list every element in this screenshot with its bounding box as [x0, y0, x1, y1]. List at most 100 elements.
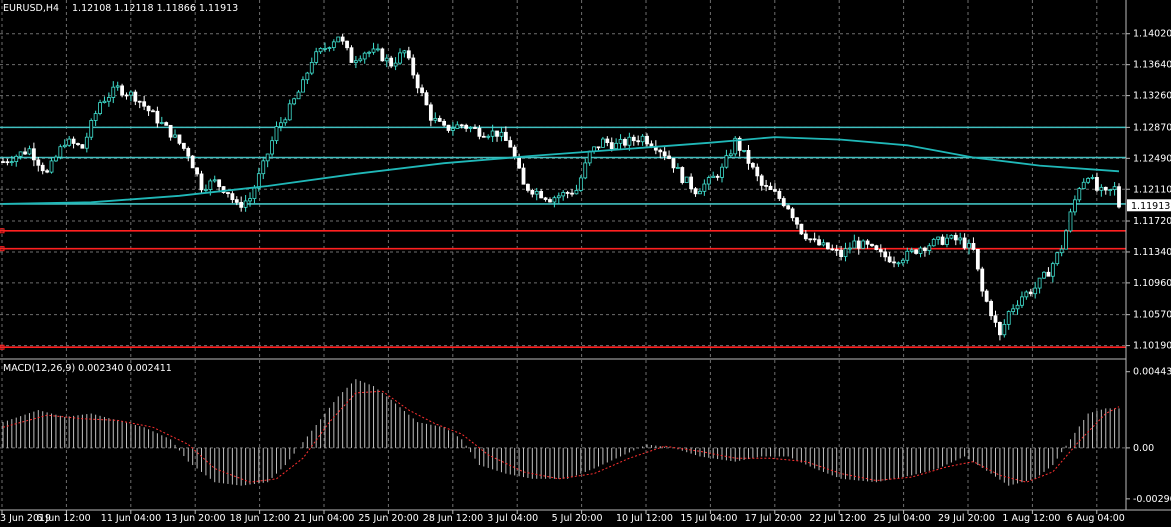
- bull-candle[interactable]: [1112, 186, 1117, 190]
- bull-candle[interactable]: [1086, 178, 1091, 183]
- bull-candle[interactable]: [243, 200, 248, 208]
- bear-candle[interactable]: [508, 140, 513, 148]
- bear-candle[interactable]: [984, 290, 989, 302]
- bear-candle[interactable]: [781, 198, 786, 207]
- bull-candle[interactable]: [711, 175, 716, 178]
- bear-candle[interactable]: [914, 249, 918, 254]
- bull-candle[interactable]: [384, 57, 389, 62]
- bear-candle[interactable]: [693, 188, 698, 195]
- bear-candle[interactable]: [446, 124, 451, 131]
- bear-candle[interactable]: [36, 159, 41, 166]
- bull-candle[interactable]: [62, 144, 67, 148]
- bear-candle[interactable]: [512, 146, 517, 158]
- bull-candle[interactable]: [583, 162, 588, 179]
- trading-chart[interactable]: 1.14020 1.13640 1.13260 1.12870 1.12490 1.121…: [0, 0, 1171, 527]
- bear-candle[interactable]: [746, 149, 751, 164]
- bear-candle[interactable]: [870, 243, 874, 247]
- bear-candle[interactable]: [146, 105, 151, 112]
- bear-candle[interactable]: [892, 261, 896, 264]
- bear-candle[interactable]: [380, 48, 385, 62]
- bull-candle[interactable]: [301, 79, 305, 93]
- bull-candle[interactable]: [102, 100, 107, 104]
- bull-candle[interactable]: [309, 61, 314, 74]
- bear-candle[interactable]: [980, 268, 985, 292]
- bear-candle[interactable]: [803, 233, 808, 240]
- bear-candle[interactable]: [142, 101, 147, 107]
- bear-candle[interactable]: [164, 122, 169, 126]
- bull-candle[interactable]: [318, 48, 323, 53]
- bear-candle[interactable]: [1028, 291, 1033, 295]
- bull-candle[interactable]: [129, 91, 133, 96]
- bull-candle[interactable]: [905, 250, 910, 261]
- bear-candle[interactable]: [1046, 271, 1051, 277]
- bull-candle[interactable]: [627, 136, 632, 146]
- bull-candle[interactable]: [314, 51, 319, 63]
- bull-candle[interactable]: [958, 237, 963, 241]
- bull-candle[interactable]: [675, 167, 680, 169]
- bear-candle[interactable]: [596, 146, 601, 149]
- bear-candle[interactable]: [71, 138, 76, 144]
- bull-candle[interactable]: [111, 86, 116, 98]
- bear-candle[interactable]: [998, 321, 1002, 336]
- bear-candle[interactable]: [133, 91, 138, 102]
- bear-candle[interactable]: [530, 189, 535, 195]
- bear-candle[interactable]: [168, 124, 173, 138]
- bull-candle[interactable]: [1037, 277, 1042, 289]
- bull-candle[interactable]: [1108, 189, 1113, 191]
- bull-candle[interactable]: [896, 262, 901, 265]
- bear-candle[interactable]: [680, 167, 685, 183]
- bear-candle[interactable]: [975, 249, 980, 270]
- bull-candle[interactable]: [27, 148, 32, 155]
- bull-candle[interactable]: [927, 245, 932, 251]
- bull-candle[interactable]: [274, 126, 279, 142]
- bear-candle[interactable]: [993, 315, 998, 323]
- bear-candle[interactable]: [76, 143, 80, 146]
- bear-candle[interactable]: [477, 127, 482, 137]
- bull-candle[interactable]: [84, 136, 89, 149]
- bear-candle[interactable]: [517, 157, 521, 169]
- bull-candle[interactable]: [98, 102, 102, 114]
- bear-candle[interactable]: [137, 100, 142, 103]
- bull-candle[interactable]: [702, 183, 707, 192]
- bull-candle[interactable]: [1033, 287, 1038, 295]
- bear-candle[interactable]: [442, 120, 447, 126]
- bull-candle[interactable]: [106, 97, 111, 102]
- bull-candle[interactable]: [283, 119, 288, 124]
- bull-candle[interactable]: [936, 236, 941, 240]
- bear-candle[interactable]: [940, 236, 945, 245]
- bear-candle[interactable]: [658, 149, 663, 153]
- bull-candle[interactable]: [1011, 308, 1016, 312]
- bull-candle[interactable]: [742, 149, 746, 152]
- bear-candle[interactable]: [662, 151, 667, 157]
- bear-candle[interactable]: [234, 199, 239, 203]
- bear-candle[interactable]: [1095, 177, 1099, 191]
- bear-candle[interactable]: [345, 40, 349, 49]
- bull-candle[interactable]: [918, 247, 923, 254]
- bull-candle[interactable]: [323, 47, 327, 50]
- bear-candle[interactable]: [45, 170, 50, 173]
- bear-candle[interactable]: [195, 167, 199, 175]
- bull-candle[interactable]: [1068, 211, 1073, 232]
- bull-candle[interactable]: [1072, 199, 1077, 213]
- bear-candle[interactable]: [23, 151, 27, 155]
- bear-candle[interactable]: [411, 57, 416, 76]
- bear-candle[interactable]: [953, 234, 958, 241]
- bear-candle[interactable]: [80, 144, 85, 149]
- bull-candle[interactable]: [587, 150, 592, 164]
- bear-candle[interactable]: [230, 193, 235, 201]
- bear-candle[interactable]: [239, 201, 244, 208]
- bear-candle[interactable]: [764, 184, 769, 187]
- bear-candle[interactable]: [521, 167, 526, 185]
- bull-candle[interactable]: [54, 156, 58, 162]
- bull-candle[interactable]: [1077, 188, 1082, 201]
- bull-candle[interactable]: [909, 249, 914, 252]
- bear-candle[interactable]: [526, 183, 530, 191]
- bull-candle[interactable]: [371, 48, 376, 53]
- bear-candle[interactable]: [199, 173, 204, 191]
- bear-candle[interactable]: [645, 135, 649, 145]
- bull-candle[interactable]: [728, 153, 733, 157]
- bull-candle[interactable]: [1059, 248, 1064, 254]
- bull-candle[interactable]: [305, 72, 310, 81]
- bear-candle[interactable]: [755, 166, 760, 177]
- bear-candle[interactable]: [605, 138, 610, 144]
